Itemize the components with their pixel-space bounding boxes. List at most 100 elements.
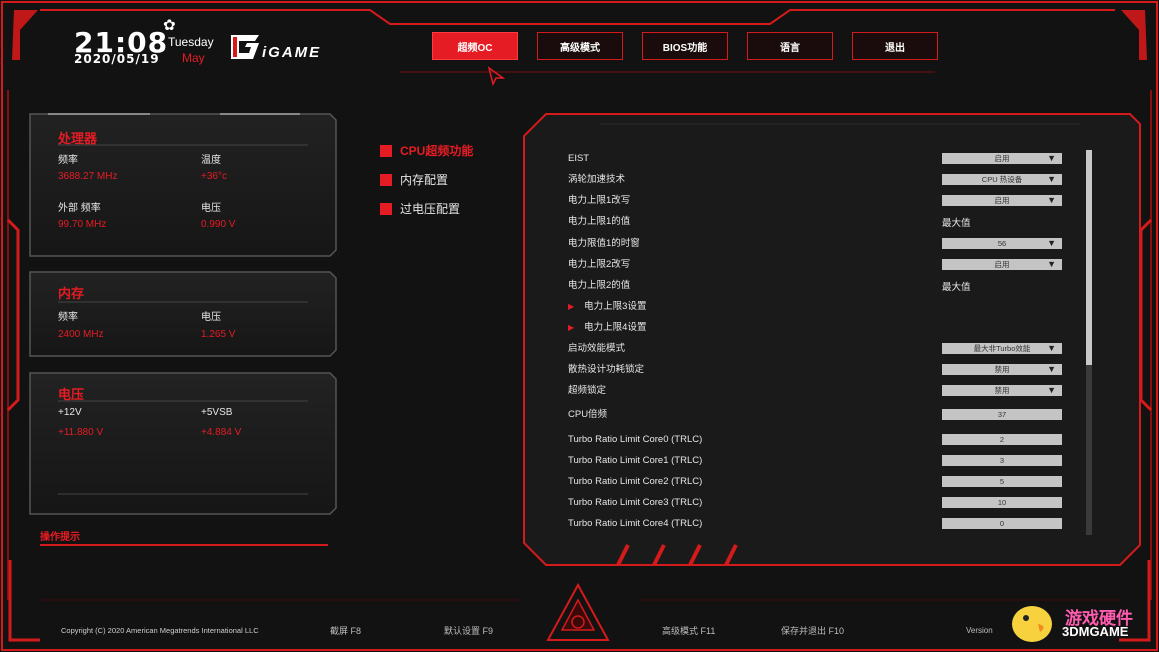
cpu-volt-label: 电压 bbox=[201, 203, 221, 214]
setting-value: 0 bbox=[999, 519, 1005, 528]
volt-5vsb-value: +4.884 V bbox=[201, 427, 242, 438]
setting-value: 禁用 bbox=[994, 365, 1010, 374]
tab-oc[interactable]: 超频OC bbox=[432, 32, 518, 60]
tab-language[interactable]: 语言 bbox=[747, 32, 833, 60]
setting-row[interactable]: 电力限值1的时窗 bbox=[568, 237, 640, 251]
tab-bios-features[interactable]: BIOS功能 bbox=[642, 32, 728, 60]
dropdown-arrow-icon: ▼ bbox=[1047, 174, 1056, 184]
setting-row[interactable]: Turbo Ratio Limit Core2 (TRLC) bbox=[568, 475, 702, 489]
setting-value: 3 bbox=[999, 456, 1005, 465]
setting-row[interactable]: 超频锁定 bbox=[568, 384, 606, 398]
setting-value-input[interactable]: 2 bbox=[942, 434, 1062, 445]
cpu-temp-label: 温度 bbox=[201, 155, 221, 166]
brand-logo: iGAME bbox=[262, 44, 322, 61]
setting-row[interactable]: ▶ 电力上限3设置 bbox=[568, 300, 646, 314]
clock-date: 2020/05/19 bbox=[74, 52, 160, 66]
setting-label: Turbo Ratio Limit Core2 (TRLC) bbox=[568, 476, 703, 487]
volt-12v-value: +11.880 V bbox=[58, 427, 104, 438]
setting-dropdown[interactable]: 启用 ▼ bbox=[942, 195, 1062, 206]
setting-row[interactable]: 电力上限1的值 bbox=[568, 215, 630, 229]
setting-dropdown[interactable]: 最大非Turbo效能 ▼ bbox=[942, 343, 1062, 354]
operation-hint-title: 操作提示 bbox=[40, 532, 80, 543]
setting-label: Turbo Ratio Limit Core0 (TRLC) bbox=[568, 434, 703, 445]
setting-value-input[interactable]: 37 bbox=[942, 409, 1062, 420]
cpu-freq-value: 3688.27 MHz bbox=[58, 171, 118, 182]
volt-5vsb-label: +5VSB bbox=[201, 407, 233, 418]
setting-row[interactable]: ▶ 电力上限4设置 bbox=[568, 321, 646, 335]
setting-dropdown[interactable]: CPU 热设备 ▼ bbox=[942, 174, 1062, 185]
igame-logo-icon bbox=[231, 35, 259, 59]
setting-value-input[interactable]: 5 bbox=[942, 476, 1062, 487]
setting-label: Turbo Ratio Limit Core1 (TRLC) bbox=[568, 455, 703, 466]
menu-label: CPU超频功能 bbox=[400, 144, 474, 158]
setting-row[interactable]: Turbo Ratio Limit Core0 (TRLC) bbox=[568, 433, 702, 447]
setting-static-value: 最大值 bbox=[942, 218, 971, 229]
setting-value: 2 bbox=[999, 435, 1005, 444]
dropdown-arrow-icon: ▼ bbox=[1047, 238, 1056, 248]
submenu-arrow-icon: ▶ bbox=[568, 323, 575, 332]
setting-dropdown[interactable]: 启用 ▼ bbox=[942, 259, 1062, 270]
dropdown-arrow-icon: ▼ bbox=[1047, 385, 1056, 395]
setting-value: 10 bbox=[997, 498, 1007, 507]
setting-value-input[interactable]: 3 bbox=[942, 455, 1062, 466]
volt-panel-title: 电压 bbox=[58, 387, 85, 402]
mem-volt-label: 电压 bbox=[201, 312, 221, 323]
setting-label: 电力上限1改写 bbox=[568, 195, 631, 206]
menu-bullet-icon bbox=[380, 144, 392, 157]
setting-dropdown[interactable]: 56 ▼ bbox=[942, 238, 1062, 249]
scrollbar-thumb[interactable] bbox=[1086, 150, 1092, 365]
clock-weekday: Tuesday bbox=[168, 35, 214, 49]
cpu-volt-value: 0.990 V bbox=[201, 219, 236, 230]
menu-bullet-icon bbox=[380, 173, 392, 186]
setting-dropdown[interactable]: 启用 ▼ bbox=[942, 153, 1062, 164]
setting-row[interactable]: 散热设计功耗锁定 bbox=[568, 363, 644, 377]
menu-cpu-oc[interactable]: CPU超频功能 bbox=[380, 142, 473, 159]
watermark-en: 3DMGAME bbox=[1062, 624, 1129, 639]
setting-row[interactable]: Turbo Ratio Limit Core1 (TRLC) bbox=[568, 454, 702, 468]
setting-label: EIST bbox=[568, 153, 590, 164]
setting-dropdown[interactable]: 禁用 ▼ bbox=[942, 385, 1062, 396]
setting-value: 37 bbox=[997, 410, 1007, 419]
setting-row[interactable]: Turbo Ratio Limit Core3 (TRLC) bbox=[568, 496, 702, 510]
setting-label: 涡轮加速技术 bbox=[568, 174, 626, 185]
menu-memory-config[interactable]: 内存配置 bbox=[380, 171, 448, 188]
setting-value: 最大非Turbo效能 bbox=[973, 344, 1031, 353]
setting-value: 禁用 bbox=[994, 386, 1010, 395]
setting-value-input[interactable]: 10 bbox=[942, 497, 1062, 508]
menu-overvoltage-config[interactable]: 过电压配置 bbox=[380, 200, 460, 217]
copyright-text: Copyright (C) 2020 American Megatrends I… bbox=[61, 626, 259, 635]
setting-label: 电力上限4设置 bbox=[584, 322, 647, 333]
setting-value-input[interactable]: 0 bbox=[942, 518, 1062, 529]
mem-freq-value: 2400 MHz bbox=[58, 329, 104, 340]
setting-row[interactable]: 电力上限2的值 bbox=[568, 279, 630, 293]
setting-row[interactable]: 电力上限2改写 bbox=[568, 258, 630, 272]
setting-row[interactable]: 涡轮加速技术 bbox=[568, 173, 625, 187]
setting-row[interactable]: 启动效能模式 bbox=[568, 342, 625, 356]
setting-label: 电力上限3设置 bbox=[584, 301, 647, 312]
footer-save-exit-f10[interactable]: 保存并退出 F10 bbox=[781, 624, 844, 637]
setting-row[interactable]: CPU倍频 bbox=[568, 408, 607, 422]
cpu-freq-label: 频率 bbox=[58, 155, 78, 166]
footer-defaults-f9[interactable]: 默认设置 F9 bbox=[444, 624, 493, 637]
setting-dropdown[interactable]: 禁用 ▼ bbox=[942, 364, 1062, 375]
footer-screenshot-f8[interactable]: 截屏 F8 bbox=[330, 624, 361, 637]
setting-row[interactable]: Turbo Ratio Limit Core4 (TRLC) bbox=[568, 517, 702, 531]
footer-version: Version bbox=[966, 626, 993, 635]
footer-advanced-f11[interactable]: 高级模式 F11 bbox=[662, 624, 715, 637]
tab-exit[interactable]: 退出 bbox=[852, 32, 938, 60]
mem-panel-title: 内存 bbox=[58, 286, 85, 301]
mem-volt-value: 1.265 V bbox=[201, 329, 236, 340]
setting-label: Turbo Ratio Limit Core3 (TRLC) bbox=[568, 497, 703, 508]
setting-value: 启用 bbox=[994, 260, 1010, 269]
cpu-panel-title: 处理器 bbox=[58, 131, 98, 146]
tab-advanced[interactable]: 高级模式 bbox=[537, 32, 623, 60]
setting-label: 启动效能模式 bbox=[568, 343, 626, 354]
menu-label: 过电压配置 bbox=[400, 202, 461, 216]
setting-label: 电力上限1的值 bbox=[568, 216, 631, 227]
cpu-temp-value: +36°c bbox=[201, 171, 227, 182]
dropdown-arrow-icon: ▼ bbox=[1047, 364, 1056, 374]
setting-row[interactable]: EIST bbox=[568, 152, 589, 166]
setting-label: 电力上限2的值 bbox=[568, 280, 631, 291]
setting-row[interactable]: 电力上限1改写 bbox=[568, 194, 630, 208]
dropdown-arrow-icon: ▼ bbox=[1047, 153, 1056, 163]
